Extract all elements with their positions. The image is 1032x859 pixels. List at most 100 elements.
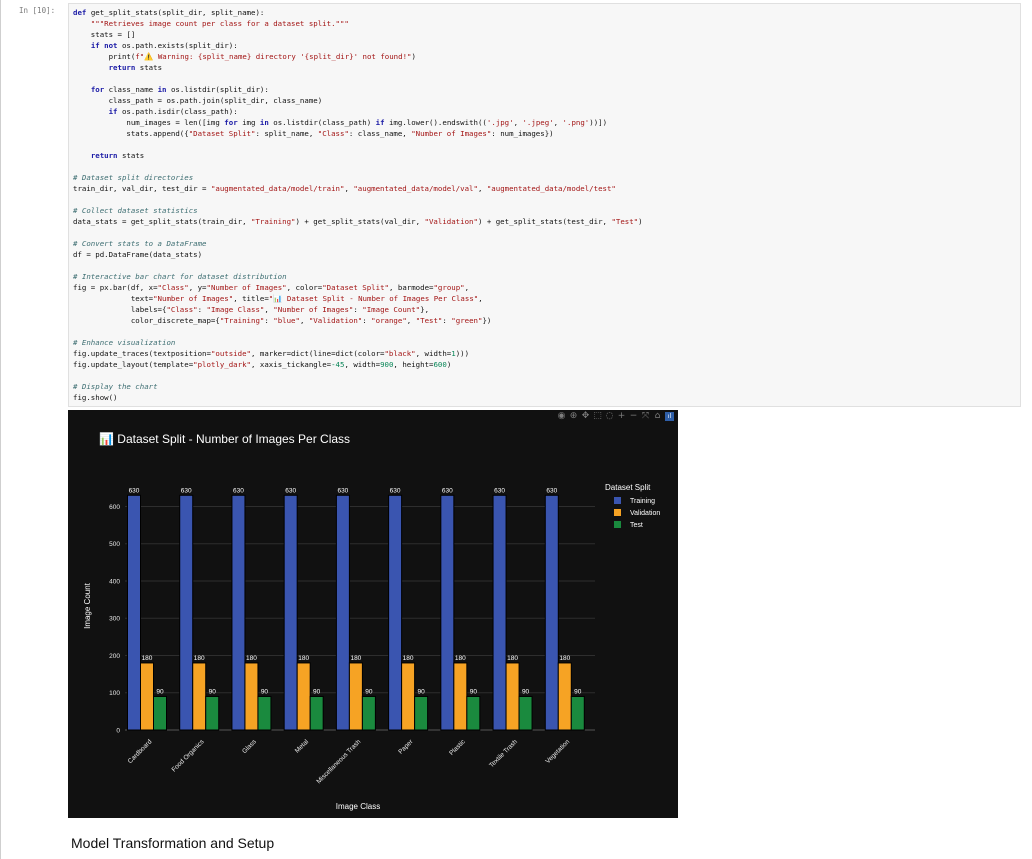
code-token: stats.append({ [73,129,189,138]
code-token: "orange" [371,316,407,325]
bar-validation [557,662,572,731]
x-tick-label: Paper [397,738,415,756]
code-line: if os.path.isdir(class_path): [73,106,643,117]
code-token: "Test" [415,316,443,325]
y-tick-label: 400 [109,578,120,585]
code-token: return [108,63,140,72]
code-line: text="Number of Images", title="📊 Datase… [73,293,643,304]
code-token: print( [73,52,136,61]
code-token: get_split_stats(split_dir, split_name): [90,8,265,17]
bar-training [231,494,246,731]
code-token: data_stats = get_split_stats(train_dir, [73,217,251,226]
bar-value-label: 180 [246,655,257,662]
code-token: , xaxis_tickangle= [251,360,332,369]
reset-axes-icon[interactable]: ⌂ [653,412,662,421]
code-token: ))) [455,349,470,358]
code-token: img.lower().endswith(( [388,118,487,127]
code-token: "green" [451,316,483,325]
autoscale-icon[interactable]: ⤧ [641,412,650,421]
code-token: "group" [433,283,465,292]
code-token: }) [482,316,492,325]
legend-swatch-test [614,521,621,528]
bar-value-label: 90 [522,688,530,695]
code-line: print(f"⚠️ Warning: {split_name} directo… [73,51,643,62]
code-token: : split_name, [255,129,318,138]
bar-training [492,494,507,731]
code-token: }, [420,305,430,314]
code-token: # Convert stats to a DataFrame [73,239,207,248]
code-token: "Image Class" [206,305,265,314]
code-token: 900 [380,360,394,369]
code-cell[interactable]: def get_split_stats(split_dir, split_nam… [68,3,1021,407]
bar-value-label: 90 [470,688,478,695]
pan-icon[interactable]: ✥ [581,412,590,421]
code-token: text= [73,294,154,303]
code-token: : num_images}) [491,129,554,138]
code-line: # Convert stats to a DataFrame [73,238,643,249]
legend-swatch-validation [614,509,621,516]
bar-test [309,695,324,731]
code-token: '.jpeg' [522,118,554,127]
code-line: for class_name in os.listdir(split_dir): [73,84,643,95]
bar-validation [401,662,416,731]
code-token: labels={ [73,305,167,314]
code-line: return stats [73,150,643,161]
code-token: img [242,118,260,127]
bar-test [570,695,585,731]
zoom-in-icon[interactable]: + [617,412,626,421]
code-token: : class_name, [348,129,412,138]
x-tick-label: Plastic [448,738,467,757]
code-token: "augmentated_data/model/val" [353,184,478,193]
bar-test [153,695,167,731]
code-token: '.jpg' [486,118,514,127]
code-token: , [264,305,274,314]
bar-validation [140,662,154,731]
code-line: # Enhance visualization [73,337,643,348]
zoom-out-icon[interactable]: − [629,412,638,421]
bar-test [466,695,481,731]
code-token: : [442,316,452,325]
code-token: , [553,118,563,127]
code-token: "plotly_dark" [193,360,251,369]
bar-value-label: 180 [455,655,466,662]
x-tick-label: Cardboard [127,738,154,765]
bar-validation [296,662,311,731]
code-token: ) [411,52,416,61]
code-token: , width= [344,360,381,369]
box-select-icon[interactable]: ⬚ [593,412,602,421]
bar-test [205,695,220,731]
lasso-select-icon[interactable]: ◌ [605,412,614,421]
camera-icon[interactable]: ◉ [557,412,566,421]
y-tick-label: 200 [109,653,120,660]
bar-training [127,494,141,731]
bar-value-label: 630 [129,487,140,494]
code-editor[interactable]: def get_split_stats(split_dir, split_nam… [73,7,643,403]
code-token: stats [139,63,163,72]
code-token: , color= [286,283,323,292]
code-token: # Enhance visualization [73,338,176,347]
code-token: for [90,85,109,94]
code-token: , [344,184,354,193]
plotly-modebar: ◉ ⊕ ✥ ⬚ ◌ + − ⤧ ⌂ ıl [557,412,674,426]
code-token: in [259,118,274,127]
code-token: "black" [384,349,416,358]
code-line: fig.update_traces(textposition="outside"… [73,348,643,359]
legend-title: Dataset Split [605,483,651,492]
code-token: "blue" [273,316,300,325]
code-token: ) + get_split_stats(test_dir, [477,217,612,226]
code-line: return stats [73,62,643,73]
y-axis-title: Image Count [83,582,92,629]
plotly-logo-icon[interactable]: ıl [665,412,674,421]
bar-validation [192,662,207,731]
bar-training [179,494,194,731]
bar-test [414,695,429,731]
code-token: , height= [393,360,434,369]
zoom-icon[interactable]: ⊕ [569,412,578,421]
code-token: : [264,316,274,325]
